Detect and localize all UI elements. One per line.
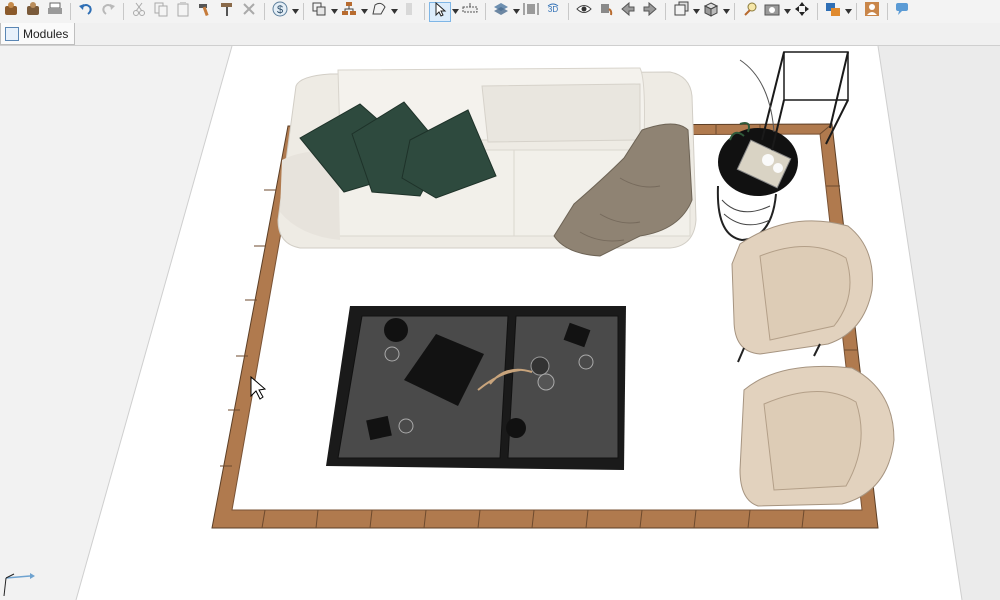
redo-icon xyxy=(100,1,116,22)
paste-icon xyxy=(175,1,191,22)
group-button[interactable] xyxy=(308,2,330,22)
paint-bucket-icon xyxy=(598,1,614,22)
tab-bar: Modules xyxy=(0,23,1000,46)
palette-icon xyxy=(825,1,841,22)
paint-roller-button[interactable] xyxy=(216,2,238,22)
open-catalog-icon xyxy=(3,1,19,22)
toolbar-separator xyxy=(123,3,124,20)
chevron-down-icon[interactable] xyxy=(692,2,700,22)
catalog-box-icon xyxy=(25,1,41,22)
armchair-bottom[interactable] xyxy=(739,365,895,507)
toolbar-separator xyxy=(817,3,818,20)
eye-button[interactable] xyxy=(573,2,595,22)
chevron-down-icon[interactable] xyxy=(512,2,520,22)
render-camera-button[interactable] xyxy=(761,2,783,22)
view-3d-icon: 3D xyxy=(545,1,561,22)
tab-modules-label: Modules xyxy=(23,26,69,41)
copy-button[interactable] xyxy=(150,2,172,22)
camera-view-button[interactable] xyxy=(670,1,692,22)
toolbar-separator xyxy=(887,3,888,20)
shape-curve-button[interactable] xyxy=(368,2,390,22)
chevron-down-icon[interactable] xyxy=(844,2,852,22)
toolbar-separator xyxy=(856,3,857,20)
chevron-down-icon[interactable] xyxy=(360,2,368,22)
user-profile-icon xyxy=(864,1,880,22)
layers-icon xyxy=(493,1,509,22)
group-icon xyxy=(311,1,327,22)
undo-button[interactable] xyxy=(75,2,97,22)
print-icon xyxy=(47,1,63,22)
toolbar-separator xyxy=(734,3,735,20)
measure-icon xyxy=(462,1,478,22)
price-dollar-icon: $ xyxy=(272,1,288,22)
open-catalog-button[interactable] xyxy=(0,2,22,22)
chevron-down-icon[interactable] xyxy=(451,2,459,22)
toolbar-separator xyxy=(264,3,265,20)
toolbar-separator xyxy=(70,3,71,20)
dimension-button[interactable] xyxy=(520,2,542,22)
copy-icon xyxy=(153,1,169,22)
catalog-box-button[interactable] xyxy=(22,2,44,22)
svg-text:$: $ xyxy=(277,4,283,16)
modules-icon xyxy=(5,26,19,41)
arrow-left-button[interactable] xyxy=(617,1,639,22)
toolbar-separator xyxy=(665,3,666,20)
render-camera-icon xyxy=(764,1,780,22)
cut-button[interactable] xyxy=(128,2,150,22)
arrow-left-icon xyxy=(620,1,636,22)
chevron-down-icon[interactable] xyxy=(783,2,791,22)
main-toolbar: $3D xyxy=(0,0,1000,24)
light-bulb-button[interactable] xyxy=(739,2,761,22)
delete-button[interactable] xyxy=(238,2,260,22)
dimension-icon xyxy=(523,1,539,22)
move-arrows-icon xyxy=(794,1,810,22)
price-dollar-button[interactable]: $ xyxy=(269,1,291,22)
select-pointer-button[interactable] xyxy=(429,1,451,22)
tab-modules[interactable]: Modules xyxy=(0,23,76,45)
chevron-down-icon[interactable] xyxy=(722,2,730,22)
chat-button[interactable] xyxy=(892,2,914,22)
print-button[interactable] xyxy=(44,2,66,22)
cut-icon xyxy=(131,1,147,22)
undo-icon xyxy=(78,1,94,22)
box-3d-icon xyxy=(703,1,719,22)
measure-button[interactable] xyxy=(459,2,481,22)
toolbar-separator xyxy=(424,3,425,20)
chevron-down-icon[interactable] xyxy=(390,2,398,22)
toolbar-separator xyxy=(568,3,569,20)
3d-viewport[interactable] xyxy=(0,46,1000,600)
layout-tree-button[interactable] xyxy=(338,2,360,22)
shape-curve-icon xyxy=(371,1,387,22)
panel-icon xyxy=(401,1,417,22)
delete-icon xyxy=(241,1,257,22)
view-3d-button[interactable]: 3D xyxy=(542,2,564,22)
toolbar-separator xyxy=(485,3,486,20)
layers-button[interactable] xyxy=(490,2,512,22)
chevron-down-icon[interactable] xyxy=(291,2,299,22)
hammer-button[interactable] xyxy=(194,2,216,22)
layout-tree-icon xyxy=(341,1,357,22)
toolbar-separator xyxy=(303,3,304,20)
paint-bucket-button[interactable] xyxy=(595,2,617,22)
move-arrows-button[interactable] xyxy=(791,2,813,22)
eye-icon xyxy=(576,1,592,22)
palette-button[interactable] xyxy=(822,2,844,22)
chevron-down-icon[interactable] xyxy=(330,2,338,22)
coffee-table[interactable] xyxy=(326,306,626,470)
box-3d-button[interactable] xyxy=(700,2,722,22)
light-bulb-icon xyxy=(742,1,758,22)
redo-button[interactable] xyxy=(97,2,119,22)
panel-button[interactable] xyxy=(398,2,420,22)
chat-icon xyxy=(895,1,911,22)
arrow-right-button[interactable] xyxy=(639,1,661,22)
user-profile-button[interactable] xyxy=(861,2,883,22)
select-pointer-icon xyxy=(432,1,448,22)
paste-button[interactable] xyxy=(172,2,194,22)
paint-roller-icon xyxy=(219,1,235,22)
camera-view-icon xyxy=(673,1,689,22)
hammer-icon xyxy=(197,1,213,22)
svg-text:3D: 3D xyxy=(548,5,558,14)
arrow-right-icon xyxy=(642,1,658,22)
